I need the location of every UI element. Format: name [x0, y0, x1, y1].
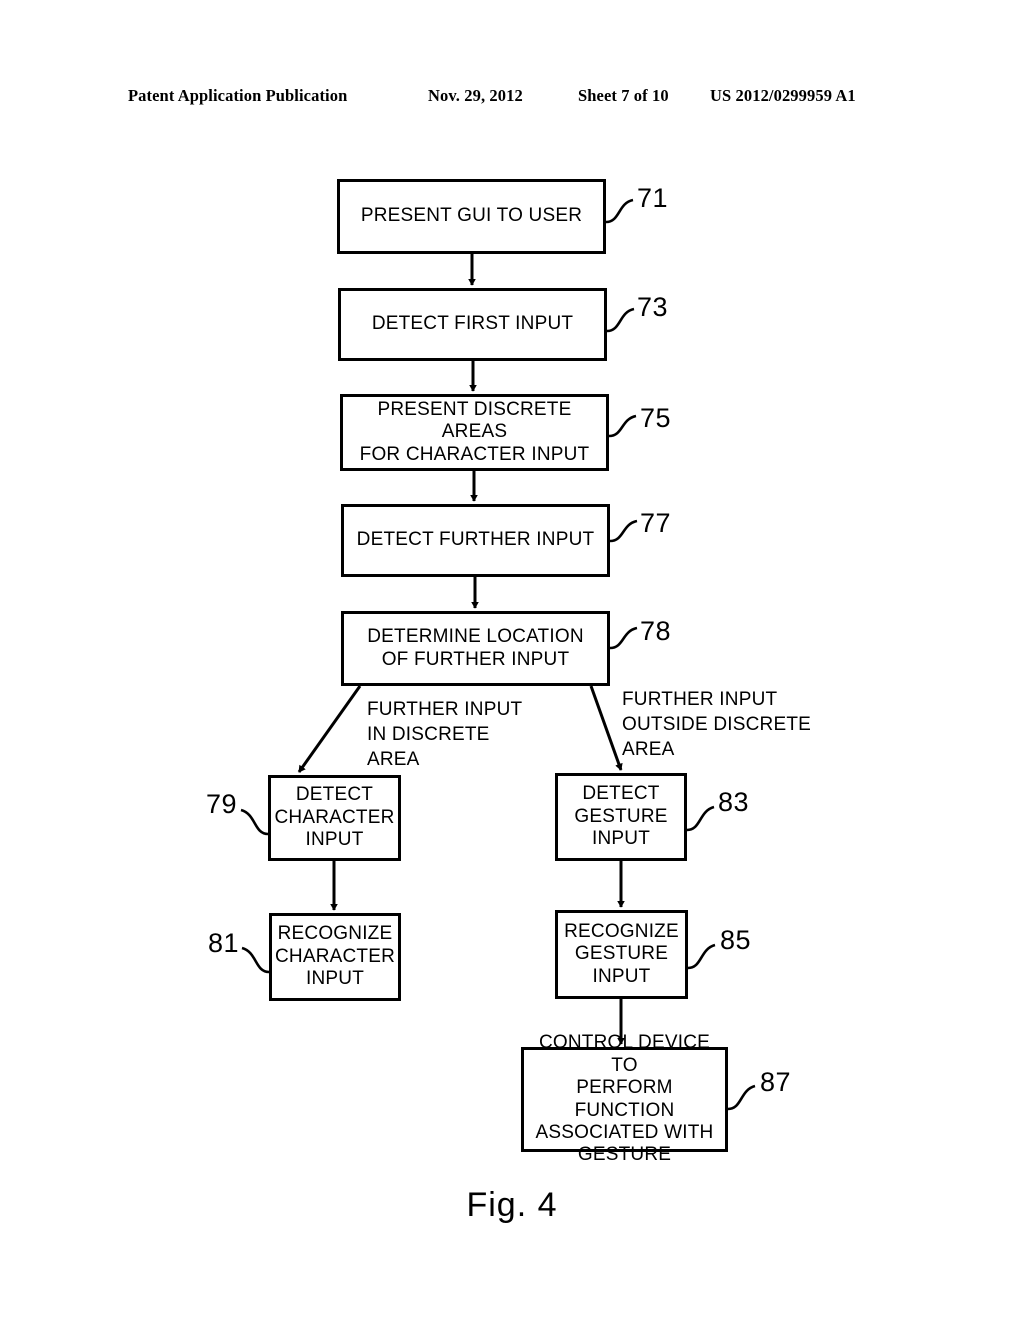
flowchart-node-79: DETECT CHARACTER INPUT	[268, 775, 401, 861]
flowchart-node-83: DETECT GESTURE INPUT	[555, 773, 687, 861]
flowchart-node-78: DETERMINE LOCATION OF FURTHER INPUT	[341, 611, 610, 686]
flowchart-node-71: PRESENT GUI TO USER	[337, 179, 606, 254]
flowchart-node-75: PRESENT DISCRETE AREAS FOR CHARACTER INP…	[340, 394, 609, 471]
reference-numeral-83: 83	[718, 787, 750, 817]
reference-numeral-81: 81	[208, 928, 240, 958]
flowchart-node-87: CONTROL DEVICE TO PERFORM FUNCTION ASSOC…	[521, 1032, 728, 1165]
reference-numeral-87: 87	[760, 1067, 792, 1097]
node-81-label: RECOGNIZE CHARACTER INPUT	[274, 923, 396, 990]
branch-label-in-discrete-area: FURTHER INPUT IN DISCRETE AREA	[367, 699, 523, 771]
flowchart-node-85: RECOGNIZE GESTURE INPUT	[555, 910, 688, 999]
flowchart-node-73: DETECT FIRST INPUT	[338, 288, 607, 361]
branch-label-outside-discrete-area: FURTHER INPUT OUTSIDE DISCRETE AREA	[622, 689, 811, 761]
node-85-label: RECOGNIZE GESTURE INPUT	[564, 920, 679, 987]
flowchart-node-77: DETECT FURTHER INPUT	[341, 504, 610, 577]
reference-numeral-85: 85	[720, 925, 752, 955]
reference-numeral-73: 73	[637, 292, 669, 322]
node-77-label: DETECT FURTHER INPUT	[356, 529, 595, 551]
figure-caption: Fig. 4	[466, 1186, 558, 1224]
reference-numeral-75: 75	[640, 403, 672, 433]
reference-numeral-71: 71	[637, 183, 669, 213]
flowchart-figure: PRESENT GUI TO USER DETECT FIRST INPUT P…	[0, 0, 1024, 1320]
node-79-label: DETECT CHARACTER INPUT	[274, 784, 395, 851]
flowchart-node-81: RECOGNIZE CHARACTER INPUT	[269, 913, 401, 1001]
node-83-label: DETECT GESTURE INPUT	[574, 783, 668, 850]
node-75-label: PRESENT DISCRETE AREAS FOR CHARACTER INP…	[359, 398, 590, 465]
reference-numeral-79: 79	[206, 789, 238, 819]
reference-numeral-77: 77	[640, 508, 672, 538]
reference-numeral-78: 78	[640, 616, 672, 646]
node-73-label: DETECT FIRST INPUT	[371, 313, 574, 335]
node-71-label: PRESENT GUI TO USER	[360, 205, 583, 227]
node-78-label: DETERMINE LOCATION OF FURTHER INPUT	[367, 626, 584, 670]
node-87-label: CONTROL DEVICE TO PERFORM FUNCTION ASSOC…	[535, 1032, 714, 1166]
